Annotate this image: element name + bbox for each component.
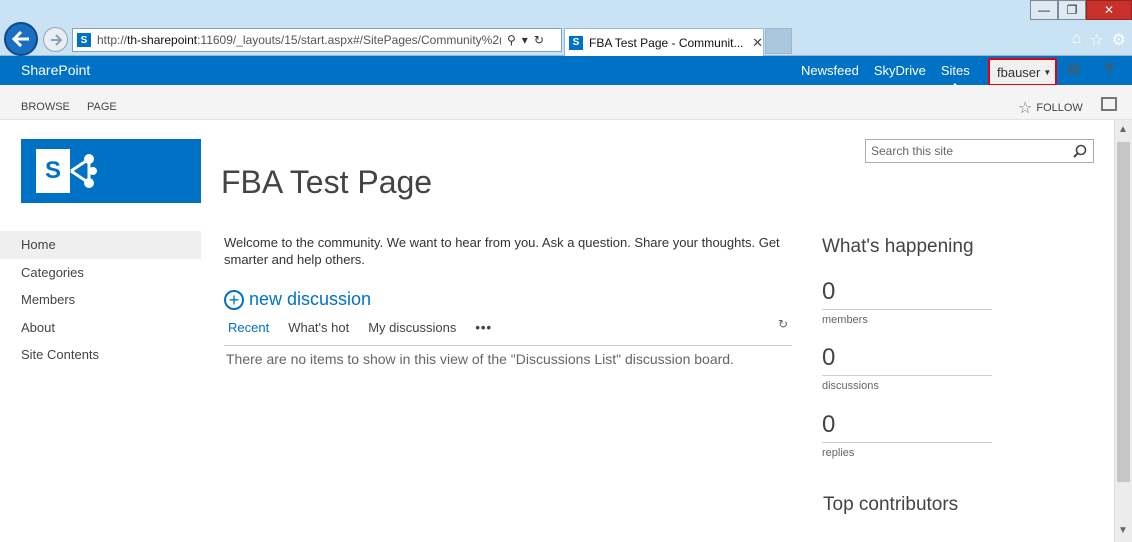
search-icon[interactable]: ⚲ <box>507 33 516 47</box>
site-logo[interactable]: S <box>21 139 201 203</box>
home-icon[interactable]: ⌂ <box>1072 30 1082 50</box>
quick-launch: Home Categories Members About Site Conte… <box>0 231 201 369</box>
new-discussion-label: new discussion <box>249 289 372 309</box>
scroll-down-icon[interactable]: ▼ <box>1118 525 1128 536</box>
back-button[interactable] <box>4 22 38 56</box>
search-box[interactable]: Search this site <box>865 139 1094 163</box>
address-bar[interactable]: S http://th-sharepoint:11609/_layouts/15… <box>72 28 562 52</box>
search-icon[interactable] <box>1073 144 1087 158</box>
welcome-text: Welcome to the community. We want to hea… <box>224 235 780 267</box>
dropdown-icon[interactable]: ▾ <box>522 33 528 47</box>
sharepoint-logo-icon: S <box>36 149 70 193</box>
user-menu-button[interactable]: fbauser ▼ <box>988 58 1057 86</box>
settings-gear-icon[interactable]: ⚙ <box>1112 30 1126 50</box>
help-icon[interactable]: ? <box>1104 61 1114 79</box>
focus-on-content-icon[interactable] <box>1101 97 1117 111</box>
ribbon: BROWSE PAGE ☆ FOLLOW <box>0 85 1132 120</box>
empty-list-message: There are no items to show in this view … <box>226 351 734 367</box>
user-name: fbauser <box>997 64 1041 80</box>
view-my-discussions[interactable]: My discussions <box>368 320 456 335</box>
stat-value: 0 <box>822 278 836 305</box>
nav-item-members[interactable]: Members <box>0 286 201 314</box>
settings-gear-icon[interactable]: ⚙ <box>1066 60 1081 80</box>
browser-tab[interactable]: S FBA Test Page - Communit... ✕ <box>564 28 764 56</box>
browser-chrome: — ❐ ✕ S http://th-sharepoint:11609/_layo… <box>0 0 1132 56</box>
search-placeholder: Search this site <box>871 144 954 158</box>
stat-members: 0 members <box>822 278 992 326</box>
forward-button[interactable] <box>43 27 68 52</box>
restore-button[interactable]: ❐ <box>1058 0 1086 20</box>
stat-replies: 0 replies <box>822 411 992 459</box>
stat-label[interactable]: replies <box>822 447 992 459</box>
url-text: http://th-sharepoint:11609/_layouts/15/s… <box>97 33 501 47</box>
stat-value: 0 <box>822 411 836 438</box>
stat-label[interactable]: members <box>822 314 992 326</box>
follow-label: FOLLOW <box>1036 102 1083 114</box>
newsfeed-link[interactable]: Newsfeed <box>801 63 859 78</box>
view-whats-hot[interactable]: What's hot <box>288 320 349 335</box>
whats-happening-heading: What's happening <box>822 236 974 257</box>
scroll-up-icon[interactable]: ▲ <box>1118 124 1128 135</box>
skydrive-link[interactable]: SkyDrive <box>874 63 926 78</box>
divider <box>822 442 992 443</box>
new-discussion-link[interactable]: + new discussion <box>224 289 371 310</box>
more-options-icon[interactable]: ••• <box>475 320 492 335</box>
suite-links: Newsfeed SkyDrive Sites <box>801 63 970 88</box>
logo-share-icon <box>70 154 97 188</box>
nav-item-home[interactable]: Home <box>0 231 201 259</box>
top-contributors-heading: Top contributors <box>823 494 959 515</box>
scroll-thumb[interactable] <box>1117 142 1130 482</box>
window-controls: — ❐ ✕ <box>1030 0 1132 20</box>
follow-button[interactable]: ☆ FOLLOW <box>1018 98 1083 118</box>
nav-item-categories[interactable]: Categories <box>0 259 201 287</box>
minimize-button[interactable]: — <box>1030 0 1058 20</box>
tab-page[interactable]: PAGE <box>87 101 117 113</box>
stat-label[interactable]: discussions <box>822 380 992 392</box>
view-recent[interactable]: Recent <box>228 320 269 335</box>
close-tab-icon[interactable]: ✕ <box>752 35 763 51</box>
close-window-button[interactable]: ✕ <box>1086 0 1132 20</box>
divider <box>822 375 992 376</box>
arrow-left-icon <box>12 31 29 47</box>
discussion-views: Recent What's hot My discussions ••• <box>228 320 492 335</box>
star-icon: ☆ <box>1018 100 1033 117</box>
address-tools: ⚲ ▾ ↻ <box>507 33 544 47</box>
brand-link[interactable]: SharePoint <box>21 62 90 78</box>
vertical-scrollbar[interactable]: ▲ ▼ <box>1114 120 1132 542</box>
refresh-icon[interactable]: ↻ <box>534 33 544 47</box>
new-tab-button[interactable] <box>765 28 792 54</box>
favorites-star-icon[interactable]: ☆ <box>1089 30 1103 50</box>
suite-bar: SharePoint Newsfeed SkyDrive Sites <box>0 56 1132 88</box>
refresh-icon[interactable]: ↻ <box>778 317 788 331</box>
divider <box>822 309 992 310</box>
tab-browse[interactable]: BROWSE <box>21 101 70 113</box>
stat-value: 0 <box>822 344 836 371</box>
site-favicon-icon: S <box>77 33 91 47</box>
sites-link[interactable]: Sites <box>941 63 970 88</box>
divider <box>224 345 792 346</box>
caret-down-icon: ▼ <box>1043 67 1052 77</box>
browser-toolbar: ⌂ ☆ ⚙ <box>1072 30 1126 50</box>
tab-favicon-icon: S <box>569 35 583 50</box>
page-title: FBA Test Page <box>221 164 433 200</box>
tab-title: FBA Test Page - Communit... <box>589 35 744 50</box>
add-circle-icon: + <box>224 289 244 310</box>
nav-item-site-contents[interactable]: Site Contents <box>0 341 201 369</box>
stat-discussions: 0 discussions <box>822 344 992 392</box>
arrow-right-icon <box>50 33 62 46</box>
nav-item-about[interactable]: About <box>0 314 201 342</box>
